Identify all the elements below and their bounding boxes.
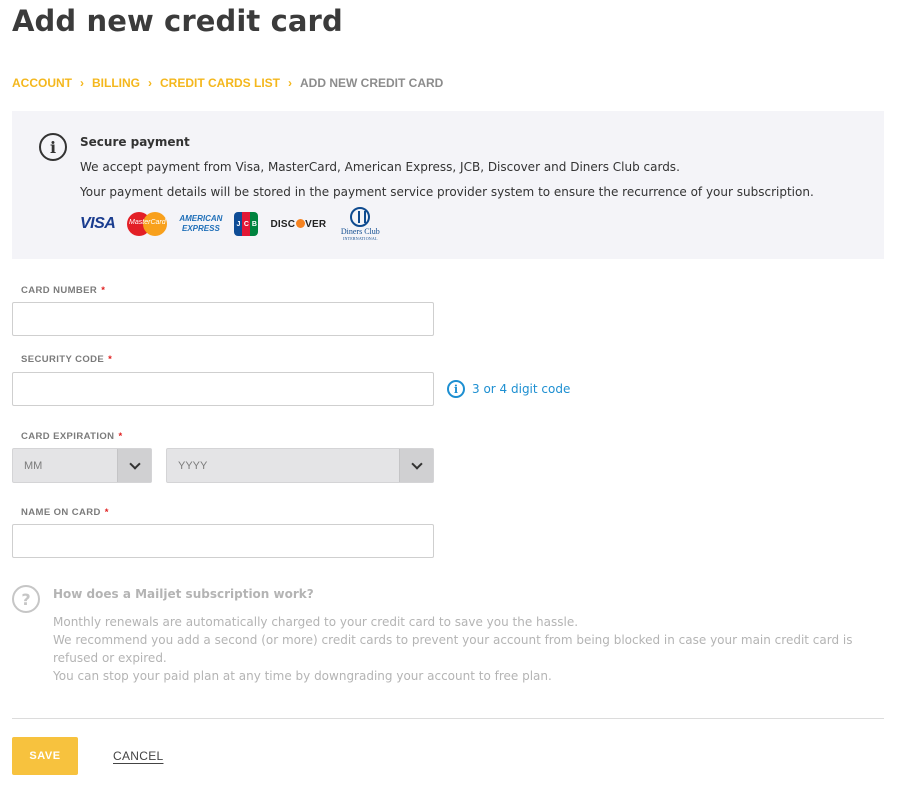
card-logos: VISA MasterCard AMERICAN EXPRESS JCB DIS… [80,207,382,241]
info-icon: i [39,133,67,161]
chevron-right-icon: › [148,76,152,90]
chevron-right-icon: › [80,76,84,90]
cancel-button[interactable]: CANCEL [113,749,163,763]
divider [12,718,884,719]
chevron-down-icon[interactable] [399,449,433,482]
breadcrumb-credit-cards-list[interactable]: CREDIT CARDS LIST [160,76,280,90]
security-code-input[interactable] [12,372,434,406]
breadcrumb: ACCOUNT › BILLING › CREDIT CARDS LIST › … [12,76,443,90]
visa-logo: VISA [80,215,116,232]
breadcrumb-billing[interactable]: BILLING [92,76,140,90]
card-number-label: CARD NUMBER * [21,285,106,296]
security-code-hint[interactable]: i 3 or 4 digit code [447,380,570,398]
expiration-month-select[interactable]: MM [12,448,152,483]
chevron-right-icon: › [288,76,292,90]
security-code-hint-text: 3 or 4 digit code [472,382,571,396]
accepted-cards-text: We accept payment from Visa, MasterCard,… [80,160,680,174]
jcb-logo: JCB [234,212,259,236]
info-circle-icon: i [447,380,465,398]
secure-payment-title: Secure payment [80,135,190,149]
name-on-card-label: NAME ON CARD * [21,507,109,518]
breadcrumb-current: ADD NEW CREDIT CARD [300,76,444,90]
storage-notice-text: Your payment details will be stored in t… [80,185,814,199]
save-button[interactable]: SAVE [12,737,78,775]
secure-payment-panel: i Secure payment We accept payment from … [12,111,884,259]
subscription-help-title: How does a Mailjet subscription work? [53,587,314,601]
card-number-input[interactable] [12,302,434,336]
mastercard-logo: MasterCard [127,211,168,237]
card-expiration-label: CARD EXPIRATION * [21,431,123,442]
expiration-year-select[interactable]: YYYY [166,448,434,483]
name-on-card-input[interactable] [12,524,434,558]
expiration-year-value: YYYY [178,459,208,472]
question-icon: ? [12,585,40,613]
page-title: Add new credit card [12,4,343,38]
discover-logo: DISC VER [270,218,327,230]
security-code-label: SECURITY CODE * [21,354,113,365]
diners-club-logo: Diners Club INTERNATIONAL [338,207,382,241]
expiration-month-value: MM [24,459,43,472]
breadcrumb-account[interactable]: ACCOUNT [12,76,72,90]
subscription-help-text: Monthly renewals are automatically charg… [53,615,853,683]
american-express-logo: AMERICAN EXPRESS [179,214,223,233]
chevron-down-icon[interactable] [117,449,151,482]
